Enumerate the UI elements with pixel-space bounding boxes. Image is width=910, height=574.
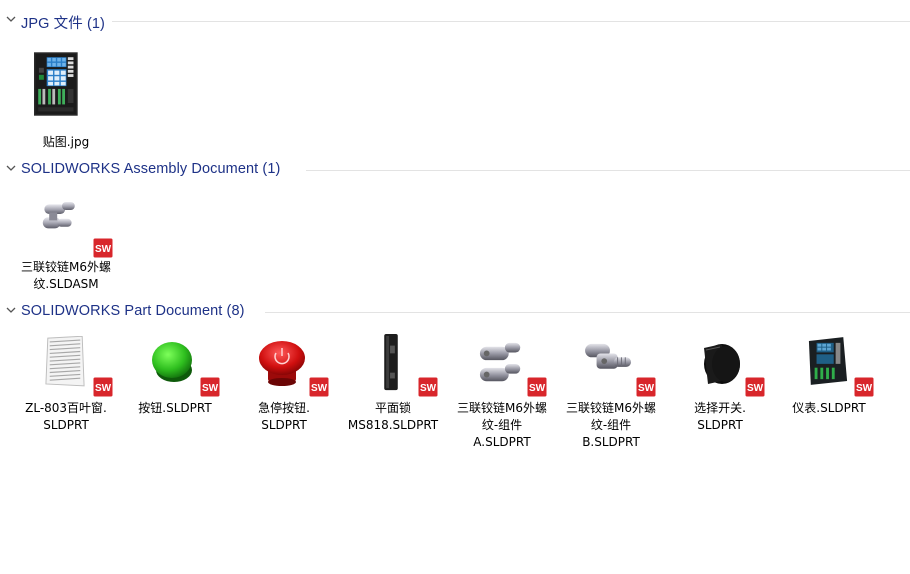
solidworks-icon: SW — [526, 376, 548, 398]
file-name-line: 按钮.SLDPRT — [138, 401, 212, 415]
file-name: 平面锁 MS818.SLDPRT — [339, 400, 447, 434]
svg-text:SW: SW — [311, 383, 328, 394]
hinge-part-b-thumbnail — [585, 343, 631, 369]
file-name: 选择开关. SLDPRT — [666, 400, 774, 434]
file-name: 三联铰链M6外螺 纹-组件 A.SLDPRT — [448, 400, 556, 451]
solidworks-icon: SW — [92, 376, 114, 398]
svg-text:SW: SW — [638, 383, 655, 394]
file-name-line: 急停按钮. — [258, 401, 310, 415]
file-name-line: SLDPRT — [261, 418, 307, 432]
svg-text:SW: SW — [420, 383, 437, 394]
solidworks-icon: SW — [199, 376, 221, 398]
file-name: 急停按钮. SLDPRT — [230, 400, 338, 434]
group-divider — [112, 21, 910, 22]
file-name-line: A.SLDPRT — [473, 435, 531, 449]
file-name-line: B.SLDPRT — [582, 435, 640, 449]
file-name-line: 平面锁 — [374, 401, 411, 415]
solidworks-icon: SW — [635, 376, 657, 398]
group-header-jpg[interactable]: JPG 文件 (1) — [0, 9, 910, 32]
svg-text:SW: SW — [95, 244, 112, 255]
file-name-line: 三联铰链M6外螺 — [21, 260, 111, 274]
file-name: 仪表.SLDPRT — [775, 400, 883, 417]
file-item[interactable]: SW 三联铰链M6外螺 纹.SLDASM — [12, 195, 120, 295]
group-header-assembly[interactable]: SOLIDWORKS Assembly Document (1) — [0, 158, 910, 180]
flat-lock-thumbnail — [384, 334, 398, 391]
selector-switch-thumbnail — [704, 344, 740, 384]
solidworks-icon: SW — [744, 376, 766, 398]
solidworks-icon: SW — [853, 376, 875, 398]
solidworks-icon: SW — [92, 237, 114, 259]
file-name: 三联铰链M6外螺 纹.SLDASM — [12, 259, 120, 293]
group-title: JPG 文件 (1) — [21, 16, 105, 32]
file-name-line: 纹-组件 — [481, 418, 523, 432]
group-divider — [306, 170, 910, 171]
louver-thumbnail — [45, 336, 85, 387]
file-name-line: 选择开关. — [694, 401, 746, 415]
solidworks-icon: SW — [308, 376, 330, 398]
svg-text:SW: SW — [202, 383, 219, 394]
group-title: SOLIDWORKS Part Document (8) — [21, 303, 245, 319]
hinge-part-a-thumbnail — [479, 342, 521, 382]
solidworks-icon: SW — [417, 376, 439, 398]
hinge-assembly-thumbnail — [42, 202, 75, 229]
file-name-line: 纹-组件 — [590, 418, 632, 432]
green-button-thumbnail — [152, 342, 192, 382]
group-header-parts[interactable]: SOLIDWORKS Part Document (8) — [0, 300, 910, 322]
group-title: SOLIDWORKS Assembly Document (1) — [21, 161, 281, 177]
control-panel-photo-thumbnail — [34, 52, 78, 116]
file-name-line: 贴图.jpg — [42, 135, 90, 149]
file-name: 按钮.SLDPRT — [121, 400, 229, 417]
chevron-down-icon[interactable] — [6, 15, 16, 23]
file-name-line: 三联铰链M6外螺 — [566, 401, 656, 415]
file-name-line: ZL-803百叶窗. — [25, 401, 107, 415]
file-name-line: 仪表.SLDPRT — [792, 401, 866, 415]
file-name-line: MS818.SLDPRT — [347, 418, 439, 432]
file-name: 三联铰链M6外螺 纹-组件 B.SLDPRT — [557, 400, 665, 451]
file-name-line: SLDPRT — [697, 418, 743, 432]
meter-panel-thumbnail — [808, 337, 848, 385]
chevron-down-icon[interactable] — [6, 306, 16, 314]
svg-text:SW: SW — [95, 383, 112, 394]
chevron-down-icon[interactable] — [6, 164, 16, 172]
file-name-line: 纹.SLDASM — [33, 277, 99, 291]
file-item[interactable]: 贴图.jpg — [12, 38, 120, 154]
svg-text:SW: SW — [747, 383, 764, 394]
file-name-line: SLDPRT — [43, 418, 89, 432]
file-name-line: 三联铰链M6外螺 — [457, 401, 547, 415]
file-name: ZL-803百叶窗. SLDPRT — [12, 400, 120, 434]
emergency-stop-thumbnail — [259, 341, 305, 386]
group-divider — [265, 312, 910, 313]
file-name: 贴图.jpg — [12, 134, 120, 151]
svg-text:SW: SW — [529, 383, 546, 394]
svg-text:SW: SW — [856, 383, 873, 394]
